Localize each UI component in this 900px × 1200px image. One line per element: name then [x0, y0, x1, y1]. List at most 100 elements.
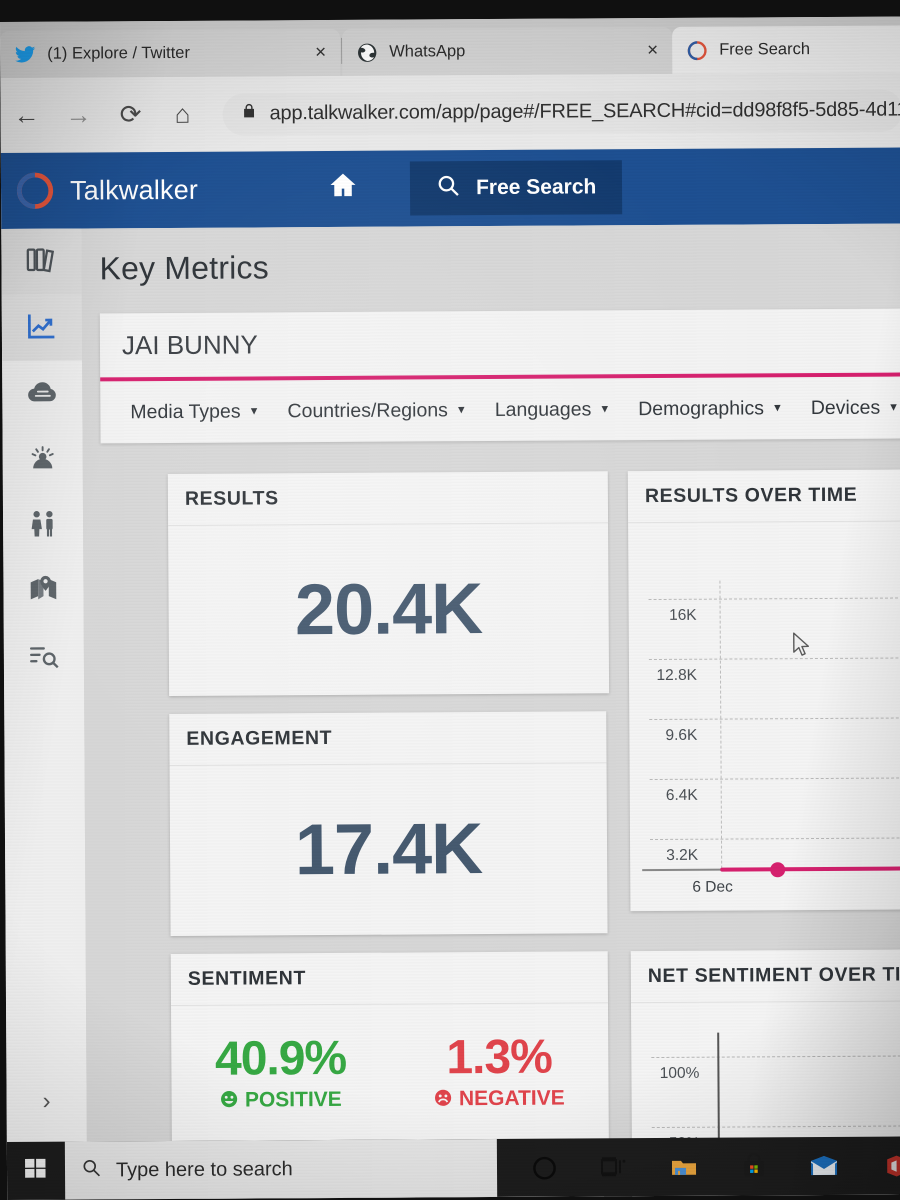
free-search-label: Free Search — [475, 175, 597, 200]
card-results: RESULTS 20.4K — [167, 471, 610, 696]
tab-title: (1) Explore / Twitter — [47, 43, 190, 63]
word-cloud-icon — [25, 374, 59, 413]
card-title: SENTIMENT — [170, 951, 609, 1006]
chevron-down-icon: ▼ — [248, 404, 260, 417]
sidebar-item-geography[interactable] — [3, 559, 83, 625]
globe-icon — [356, 41, 378, 63]
list-search-icon — [27, 638, 61, 677]
filter-media-types[interactable]: Media Types ▼ — [116, 400, 273, 424]
browser-toolbar: ← → ⟳ ⌂ app.talkwalker.com/app/page#/FRE… — [0, 72, 900, 153]
chevron-right-icon: › — [42, 1087, 51, 1115]
brand-logo[interactable]: Talkwalker — [14, 169, 198, 212]
free-search-nav-button[interactable]: Free Search — [409, 160, 623, 216]
address-bar[interactable]: app.talkwalker.com/app/page#/FREE_SEARCH… — [222, 88, 900, 136]
trend-chart-icon — [25, 308, 59, 347]
browser-tabstrip: (1) Explore / Twitter × WhatsApp × Free … — [0, 16, 900, 78]
filter-languages[interactable]: Languages ▼ — [481, 398, 625, 422]
sidebar-item-results-list[interactable] — [4, 625, 84, 691]
metrics-grid: RESULTS 20.4K ENGAGEMENT 17.4K SENTIMENT… — [167, 468, 900, 1200]
filter-label: Languages — [494, 397, 592, 421]
filter-demographics[interactable]: Demographics ▼ — [624, 397, 797, 421]
app-header: Talkwalker Free Search — [0, 147, 900, 229]
gridline — [651, 1125, 900, 1129]
sidebar-item-projects[interactable] — [1, 228, 82, 295]
card-results-over-time: RESULTS OVER TIME 16K 12.8K 9.6K 6.4K 3.… — [627, 468, 900, 912]
chevron-down-icon: ▼ — [455, 403, 467, 416]
office-icon[interactable] — [879, 1150, 900, 1180]
windows-taskbar: Type here to search — [6, 1136, 900, 1200]
mouse-pointer-icon — [792, 632, 812, 663]
binders-icon — [24, 242, 58, 281]
data-point-marker[interactable] — [770, 862, 786, 878]
sidebar-item-influencers[interactable] — [2, 427, 82, 493]
sidebar-item-cloud[interactable] — [2, 361, 82, 427]
search-panel: JAI BUNNY Media Types ▼ Countries/Region… — [99, 308, 900, 444]
url-text: app.talkwalker.com/app/page#/FREE_SEARCH… — [269, 98, 900, 125]
browser-tab-whatsapp[interactable]: WhatsApp × — [342, 26, 673, 76]
filter-label: Media Types — [130, 400, 241, 423]
back-icon[interactable]: ← — [0, 100, 52, 131]
page-title: Key Metrics — [99, 249, 269, 287]
twitter-icon — [14, 43, 36, 65]
negative-value: 1.3% — [446, 1030, 552, 1085]
filter-label: Countries/Regions — [287, 398, 448, 422]
card-sentiment: SENTIMENT 40.9% POSITIVE 1.3% NEGATIVE — [170, 951, 609, 1149]
positive-value: 40.9% — [214, 1031, 347, 1086]
mail-icon[interactable] — [809, 1151, 839, 1181]
filter-countries-regions[interactable]: Countries/Regions ▼ — [273, 399, 480, 423]
reload-icon[interactable]: ⟳ — [104, 99, 156, 130]
gridline — [649, 777, 900, 781]
sidebar-item-demographics[interactable] — [3, 493, 83, 559]
filter-bar: Media Types ▼ Countries/Regions ▼ Langua… — [100, 376, 900, 443]
talkwalker-logo-icon — [14, 170, 56, 212]
cortana-icon[interactable] — [529, 1153, 559, 1183]
vertical-gridline — [719, 580, 723, 869]
filter-label: Demographics — [638, 396, 764, 420]
chevron-down-icon: ▼ — [771, 401, 783, 414]
browser-tab-twitter[interactable]: (1) Explore / Twitter × — [0, 28, 341, 78]
search-input[interactable]: JAI BUNNY — [99, 308, 900, 382]
sentiment-positive: 40.9% POSITIVE — [171, 1031, 390, 1113]
filter-label: Devices — [810, 396, 881, 419]
tab-close-button[interactable]: × — [293, 42, 326, 64]
task-view-icon[interactable] — [599, 1152, 629, 1182]
gridline — [648, 657, 900, 661]
chart-title: NET SENTIMENT OVER TIME — [630, 948, 900, 1004]
x-axis-line — [642, 868, 723, 871]
browser-tab-free-search[interactable]: Free Search — [672, 25, 900, 74]
card-title: ENGAGEMENT — [169, 711, 607, 766]
gridline — [650, 837, 900, 841]
x-axis-tick: 6 Dec — [692, 878, 733, 896]
tab-title: WhatsApp — [389, 42, 466, 61]
photo-frame: (1) Explore / Twitter × WhatsApp × Free … — [0, 0, 900, 1200]
filter-devices[interactable]: Devices ▼ — [797, 396, 900, 420]
negative-label-row: NEGATIVE — [390, 1086, 609, 1111]
results-over-time-chart: 16K 12.8K 9.6K 6.4K 3.2K 6 Dec 7 Dec — [628, 521, 900, 911]
results-value: 20.4K — [294, 568, 483, 650]
forward-icon[interactable]: → — [52, 99, 104, 130]
sidebar-expand-button[interactable]: › — [6, 1081, 86, 1121]
gridline — [648, 597, 900, 601]
screen-content: (1) Explore / Twitter × WhatsApp × Free … — [0, 16, 900, 1200]
taskbar-search-input[interactable]: Type here to search — [64, 1138, 498, 1200]
sidebar-item-analytics[interactable] — [1, 294, 83, 361]
results-series-line — [720, 865, 900, 872]
smiley-face-icon — [220, 1089, 239, 1112]
tab-close-button[interactable]: × — [625, 39, 658, 61]
taskbar-icons — [529, 1150, 900, 1182]
start-button[interactable] — [7, 1156, 65, 1186]
file-explorer-icon[interactable] — [669, 1152, 699, 1182]
lock-icon — [240, 102, 257, 125]
frowny-face-icon — [434, 1088, 453, 1111]
search-query-value: JAI BUNNY — [121, 328, 258, 360]
home-icon[interactable]: ⌂ — [156, 99, 208, 130]
gridline — [649, 717, 900, 721]
card-title: RESULTS — [167, 471, 609, 526]
home-icon[interactable] — [328, 170, 358, 208]
positive-label-row: POSITIVE — [172, 1088, 391, 1113]
microsoft-store-icon[interactable] — [739, 1151, 769, 1181]
magnifier-icon — [81, 1157, 102, 1184]
y-axis-tick: 16K — [668, 606, 697, 624]
tab-title: Free Search — [719, 40, 811, 59]
magnifier-icon — [436, 173, 461, 204]
